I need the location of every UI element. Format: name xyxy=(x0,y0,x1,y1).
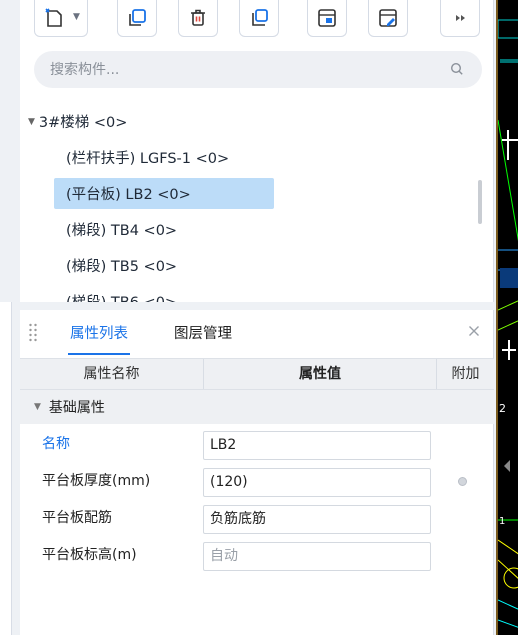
save-layer-button[interactable] xyxy=(307,0,347,37)
tree-scrollbar[interactable] xyxy=(478,180,482,224)
column-property-value: 属性值 xyxy=(203,359,437,389)
edit-layer-icon xyxy=(379,9,397,27)
delete-button[interactable] xyxy=(178,0,218,37)
properties-column-header: 属性名称 属性值 附加 xyxy=(20,358,494,390)
copy-icon xyxy=(129,9,146,26)
tree-node-label: (梯段) TB6 <0> xyxy=(66,291,177,302)
properties-header: 属性列表 图层管理 xyxy=(20,310,494,355)
property-row-elevation: 平台板标高(m) 自动 xyxy=(20,537,494,574)
edit-layer-button[interactable] xyxy=(368,0,408,37)
cad-viewport-edge[interactable]: 2 1 xyxy=(496,0,518,635)
attach-radio[interactable] xyxy=(458,477,467,486)
tab-property-list[interactable]: 属性列表 xyxy=(68,322,130,355)
properties-panel: 属性列表 图层管理 属性名称 属性值 附加 ▼ 基础属性 名称 LB2 平台板厚… xyxy=(20,310,494,635)
property-row-thickness: 平台板厚度(mm) (120) xyxy=(20,463,494,500)
duplicate-icon xyxy=(252,9,268,26)
property-name-label: 平台板配筋 xyxy=(42,510,112,526)
cad-drawing: 2 1 xyxy=(498,19,518,628)
tree-node-label: (栏杆扶手) LGFS-1 <0> xyxy=(66,151,230,167)
tree-node-root[interactable]: ▼ 3#楼梯 <0> xyxy=(28,106,127,137)
expand-more-icon xyxy=(456,15,465,21)
tree-node-item[interactable]: (梯段) TB5 <0> xyxy=(54,250,177,281)
property-row-name: 名称 LB2 xyxy=(20,426,494,463)
property-group-basic[interactable]: ▼ 基础属性 xyxy=(20,390,494,424)
copy-button[interactable] xyxy=(117,0,157,37)
tree-node-item-selected[interactable]: (平台板) LB2 <0> xyxy=(54,178,274,209)
search-icon[interactable] xyxy=(450,62,464,76)
left-panel-stub xyxy=(0,302,12,635)
duplicate-button[interactable] xyxy=(239,0,279,37)
property-name-label: 名称 xyxy=(42,436,70,452)
component-list-panel: ▼ 搜索构件... ▼ 3#楼梯 <0> (栏杆扶手) LGFS-1 <0> (… xyxy=(20,0,494,302)
drag-handle-icon[interactable] xyxy=(28,322,38,342)
column-property-name: 属性名称 xyxy=(83,366,140,382)
tab-layer-management[interactable]: 图层管理 xyxy=(174,322,232,343)
search-input[interactable] xyxy=(50,51,430,88)
property-name-label: 平台板厚度(mm) xyxy=(42,473,151,489)
left-edge-strip xyxy=(0,0,18,635)
column-attach: 附加 xyxy=(451,366,480,382)
save-layer-icon xyxy=(318,9,336,27)
property-value-field[interactable]: 负筋底筋 xyxy=(203,505,431,534)
expand-more-button[interactable] xyxy=(440,0,480,37)
component-tree: ▼ 3#楼梯 <0> (栏杆扶手) LGFS-1 <0> (平台板) LB2 <… xyxy=(20,104,493,302)
delete-icon xyxy=(191,9,205,26)
property-value-field[interactable]: 自动 xyxy=(203,542,431,571)
svg-text:1: 1 xyxy=(499,516,505,527)
tree-node-label: (平台板) LB2 <0> xyxy=(66,187,191,203)
tree-node-label: (梯段) TB5 <0> xyxy=(66,259,178,275)
close-icon[interactable] xyxy=(466,323,482,339)
tree-node-label: 3#楼梯 <0> xyxy=(38,115,128,131)
component-sidebar: ▼ 搜索构件... ▼ 3#楼梯 <0> (栏杆扶手) LGFS-1 <0> (… xyxy=(18,0,496,635)
property-group-label: 基础属性 xyxy=(48,400,105,416)
chevron-down-icon[interactable]: ▼ xyxy=(73,12,80,22)
tree-node-item[interactable]: (梯段) TB6 <0> xyxy=(54,286,177,302)
property-value-field[interactable]: LB2 xyxy=(203,431,431,460)
tree-node-label: (梯段) TB4 <0> xyxy=(66,223,178,239)
expand-triangle-icon[interactable]: ▼ xyxy=(28,117,35,127)
search-box xyxy=(34,51,482,88)
svg-text:2: 2 xyxy=(499,402,506,415)
new-component-button[interactable]: ▼ xyxy=(34,0,88,37)
tree-node-item[interactable]: (栏杆扶手) LGFS-1 <0> xyxy=(54,142,229,173)
property-row-rebar: 平台板配筋 负筋底筋 xyxy=(20,500,494,537)
collapse-triangle-icon[interactable]: ▼ xyxy=(34,402,41,412)
component-toolbar: ▼ xyxy=(20,0,493,44)
property-value-field[interactable]: (120) xyxy=(203,468,431,497)
tree-node-item[interactable]: (梯段) TB4 <0> xyxy=(54,214,177,245)
new-component-icon xyxy=(45,8,62,27)
property-name-label: 平台板标高(m) xyxy=(42,547,137,563)
